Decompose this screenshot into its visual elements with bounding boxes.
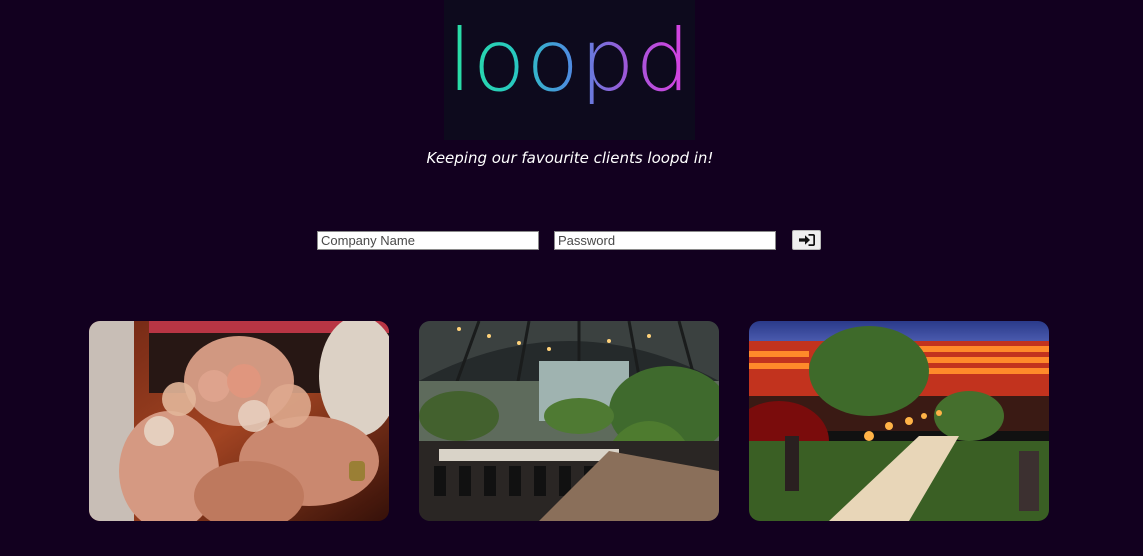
logo: loopd	[444, 18, 695, 104]
photo-cocktail-toast	[89, 321, 389, 521]
photo-glasshouse-venue	[419, 321, 719, 521]
password-input[interactable]	[554, 231, 776, 250]
gallery-photo-cocktails	[89, 321, 389, 521]
gallery-photo-glasshouse	[419, 321, 719, 521]
company-name-input[interactable]	[317, 231, 539, 250]
sign-in-button[interactable]	[792, 230, 821, 250]
gallery-photo-stadium	[749, 321, 1049, 521]
photo-stadium-dinner	[749, 321, 1049, 521]
sign-in-icon	[798, 234, 815, 246]
tagline: Keeping our favourite clients loopd in!	[426, 149, 714, 167]
logo-box: loopd	[444, 0, 695, 140]
